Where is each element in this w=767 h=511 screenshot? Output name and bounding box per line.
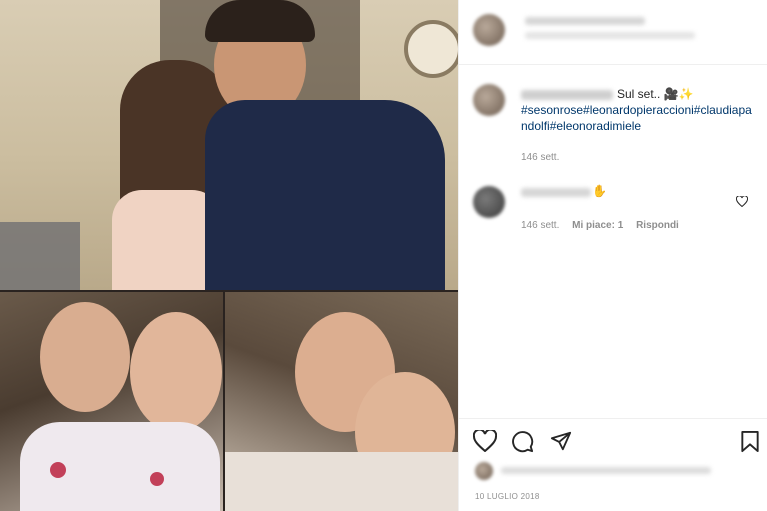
photo-bottom-right: [225, 292, 458, 511]
comment-likes[interactable]: Mi piace: 1: [572, 220, 623, 231]
heart-icon[interactable]: [473, 430, 497, 452]
header-divider: [459, 64, 767, 65]
caption-time[interactable]: 146 sett.: [521, 152, 559, 163]
author-username[interactable]: [525, 17, 645, 25]
comment-emoji: ✋: [592, 184, 607, 198]
small-heart-icon[interactable]: [736, 196, 748, 207]
wall-lamp: [404, 20, 458, 78]
author-subtitle: [525, 32, 695, 39]
post-photo-collage[interactable]: [0, 0, 458, 511]
caption-hashtags[interactable]: #sesonrose#leonardopieraccioni#claudiapa…: [521, 103, 752, 133]
author-avatar[interactable]: [473, 14, 505, 46]
caption-meta: 146 sett.: [521, 152, 569, 163]
photo-bottom-left: [0, 292, 223, 511]
share-icon[interactable]: [550, 430, 572, 452]
caption-text: Sul set.. 🎥✨: [617, 87, 694, 101]
chair: [0, 222, 80, 290]
liked-by-text[interactable]: [501, 467, 711, 474]
caption-avatar[interactable]: [473, 84, 505, 116]
actions-divider: [459, 418, 767, 419]
face-1: [40, 302, 130, 412]
reply-button[interactable]: Rispondi: [636, 220, 679, 231]
comment-icon[interactable]: [511, 430, 534, 453]
man-shirt: [205, 100, 445, 290]
caption: Sul set.. 🎥✨ #sesonrose#leonardopieracci…: [521, 86, 756, 134]
face-2: [130, 312, 222, 432]
commenter-avatar[interactable]: [473, 186, 505, 218]
photo-top: [0, 0, 458, 290]
commenter-username[interactable]: [521, 188, 591, 197]
post-side-panel: Sul set.. 🎥✨ #sesonrose#leonardopieracci…: [458, 0, 767, 511]
flower: [50, 462, 66, 478]
bookmark-icon[interactable]: [740, 430, 760, 453]
man-hair: [205, 0, 315, 42]
comment-meta: 146 sett. Mi piace: 1 Rispondi: [521, 220, 689, 231]
clothing: [225, 452, 458, 511]
flower: [150, 472, 164, 486]
comment-time[interactable]: 146 sett.: [521, 220, 559, 231]
liked-by-avatar[interactable]: [475, 462, 493, 480]
post-date[interactable]: 10 LUGLIO 2018: [475, 492, 540, 501]
caption-username[interactable]: [521, 89, 613, 100]
